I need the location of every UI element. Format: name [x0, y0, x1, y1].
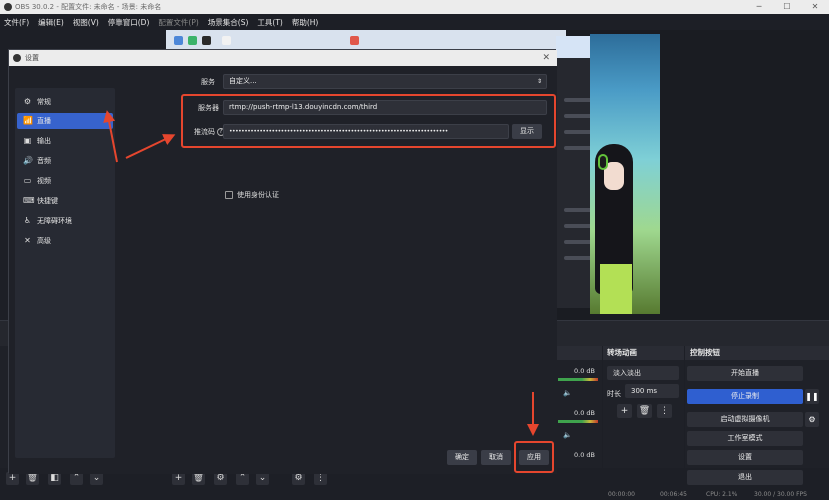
- obs-window: OBS 30.0.2 - 配置文件: 未命名 - 场景: 未命名 ─ ☐ ✕ 文…: [0, 0, 829, 500]
- annotation-arrows: [103, 110, 539, 436]
- arrow-to-stream-nav: [103, 110, 118, 163]
- arrow-to-server-box: [125, 134, 176, 159]
